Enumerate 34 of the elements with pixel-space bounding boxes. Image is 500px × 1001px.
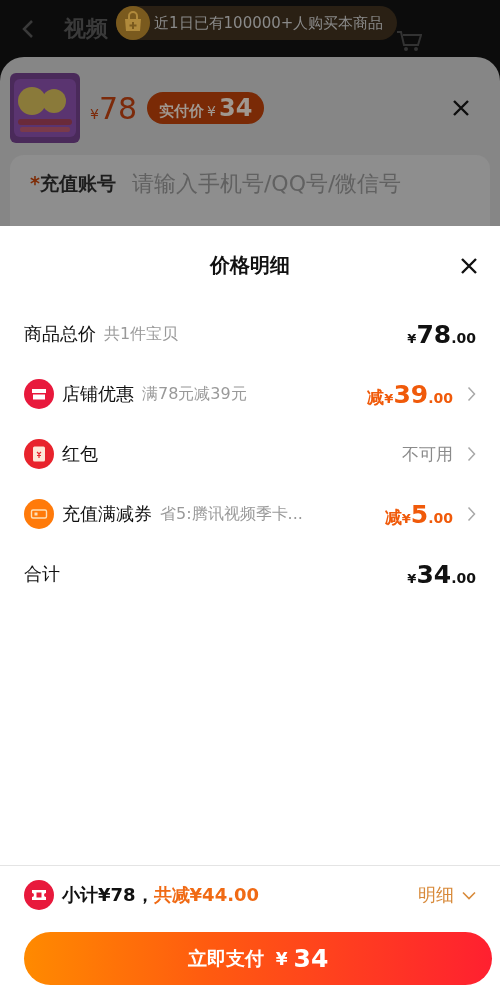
status-text: 不可用 <box>402 442 453 466</box>
row-label: 合计 <box>24 562 60 586</box>
row-label: 红包 <box>62 442 98 466</box>
row-label: 充值满减券 <box>62 502 152 526</box>
amount-text: ¥34.00 <box>407 559 476 589</box>
back-icon[interactable] <box>22 18 34 39</box>
field-label: *充值账号 <box>30 171 116 196</box>
chevron-right-icon[interactable] <box>467 386 476 402</box>
product-price: ¥78 <box>90 90 138 126</box>
row-note: 省5:腾讯视频季卡... <box>160 503 303 525</box>
row-note: 共1件宝贝 <box>104 323 179 345</box>
envelope-icon <box>24 439 54 469</box>
pay-now-button[interactable]: 立即支付 ¥ 34 <box>24 932 492 985</box>
close-icon[interactable] <box>460 257 478 275</box>
shop-icon <box>24 379 54 409</box>
cart-icon[interactable] <box>396 30 422 52</box>
row-label: 店铺优惠 <box>62 382 134 406</box>
amount-text: 减¥5.00 <box>384 499 453 529</box>
coupon-icon <box>24 499 54 529</box>
shopping-bag-icon <box>116 6 150 40</box>
amount-text: 减¥39.00 <box>367 379 453 409</box>
subtotal-text: 小计¥78， <box>62 883 154 907</box>
sheet-title: 价格明细 <box>210 251 290 279</box>
ticket-icon <box>24 880 54 910</box>
banner-text: 近1日已有100000+人购买本商品 <box>154 13 384 33</box>
row-note: 满78元减39元 <box>142 383 247 405</box>
row-label: 商品总价 <box>24 322 96 346</box>
chevron-right-icon[interactable] <box>467 506 476 522</box>
discount-total-text: 共减¥44.00 <box>153 883 260 907</box>
details-toggle[interactable]: 明细 <box>418 883 476 907</box>
amount-text: ¥78.00 <box>407 319 476 349</box>
paid-price-badge: 实付价 ¥34 <box>147 92 265 124</box>
chevron-right-icon[interactable] <box>467 446 476 462</box>
chevron-down-icon <box>462 890 476 900</box>
